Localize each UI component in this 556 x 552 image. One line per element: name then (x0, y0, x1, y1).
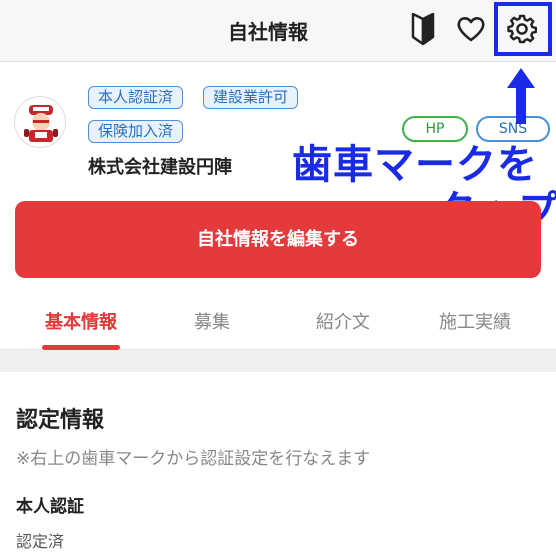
tab-work-record[interactable]: 施工実績 (420, 308, 530, 334)
certification-note: ※右上の歯車マークから認証設定を行なえます (16, 449, 371, 469)
badge-insurance: 保険加入済 (88, 120, 184, 143)
badge-construction-license: 建設業許可 (203, 86, 299, 109)
identity-verification-status: 認定済 (16, 532, 65, 551)
badge-identity-verified: 本人認証済 (88, 86, 184, 109)
certification-title: 認定情報 (16, 408, 105, 433)
tab-basic-info[interactable]: 基本情報 (26, 308, 136, 334)
tab-introduction[interactable]: 紹介文 (288, 308, 398, 334)
app-header: 自社情報 (0, 0, 556, 62)
arrow-up-icon (507, 68, 535, 124)
tab-bar: 基本情報 募集 紹介文 施工実績 (0, 296, 556, 350)
beginner-mark-icon[interactable] (406, 12, 440, 46)
heart-icon[interactable] (454, 12, 488, 46)
tab-recruitment[interactable]: 募集 (157, 308, 267, 334)
identity-verification-title: 本人認証 (16, 497, 84, 517)
edit-company-info-button[interactable]: 自社情報を編集する (15, 201, 541, 278)
gear-highlight-box (494, 2, 552, 56)
company-avatar (14, 96, 66, 148)
company-name: 株式会社建設円陣 (88, 157, 232, 178)
certification-section: 認定情報 ※右上の歯車マークから認証設定を行なえます 本人認証 認定済 (0, 372, 556, 552)
section-divider (0, 350, 556, 372)
